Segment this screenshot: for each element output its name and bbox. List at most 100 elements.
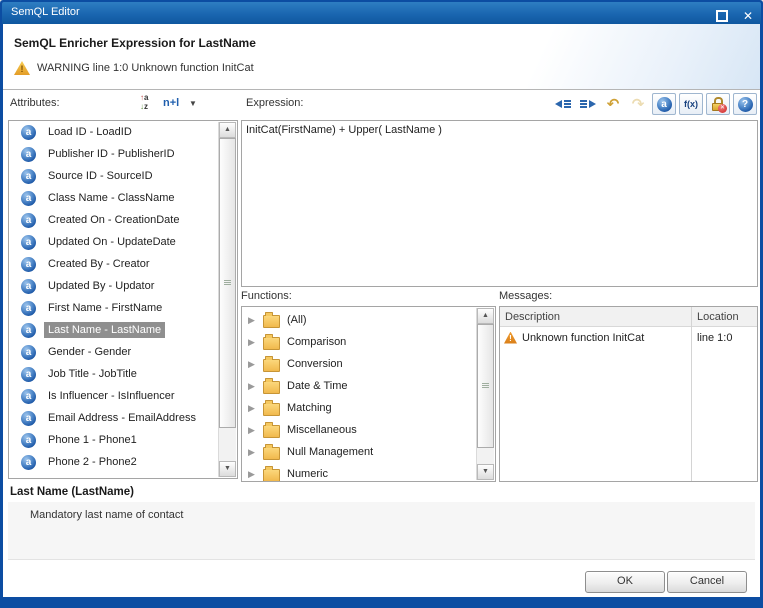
folder-icon <box>263 469 280 482</box>
attribute-item[interactable]: a Created By - Creator <box>9 253 237 275</box>
insert-attribute-button[interactable]: a <box>652 93 676 115</box>
attribute-item[interactable]: a Updated On - UpdateDate <box>9 231 237 253</box>
function-category-item[interactable]: ▶Date & Time <box>242 375 495 397</box>
expression-toolbar: ↶ ↷ a f(x) ✕ ? <box>552 92 757 116</box>
expand-caret-icon[interactable]: ▶ <box>248 469 256 480</box>
outdent-icon <box>554 98 572 110</box>
ok-button[interactable]: OK <box>585 571 665 593</box>
expand-caret-icon[interactable]: ▶ <box>248 403 256 414</box>
help-button[interactable]: ? <box>733 93 757 115</box>
warning-icon: ! <box>14 61 30 75</box>
attribute-icon: a <box>21 257 36 272</box>
attribute-item-label: Created On - CreationDate <box>44 212 183 228</box>
scroll-down-icon[interactable]: ▼ <box>219 461 236 477</box>
function-category-label: Miscellaneous <box>287 424 357 436</box>
folder-icon <box>263 381 280 394</box>
folder-icon <box>263 447 280 460</box>
attribute-item[interactable]: aLast Name - LastName <box>9 319 237 341</box>
function-category-item[interactable]: ▶Conversion <box>242 353 495 375</box>
messages-table: Description Location !Unknown function I… <box>499 306 758 482</box>
attribute-item[interactable]: a Is Influencer - IsInfluencer <box>9 385 237 407</box>
attribute-item-label: Created By - Creator <box>44 256 153 272</box>
attribute-item[interactable]: a Phone 2 - Phone2 <box>9 451 237 473</box>
expand-caret-icon[interactable]: ▶ <box>248 381 256 392</box>
attribute-icon: a <box>21 345 36 360</box>
function-category-label: Numeric <box>287 468 328 480</box>
folder-icon <box>263 359 280 372</box>
attribute-item-label: Is Influencer - IsInfluencer <box>44 388 179 404</box>
attribute-icon: a <box>21 455 36 470</box>
scroll-up-icon[interactable]: ▲ <box>477 308 494 324</box>
function-category-item[interactable]: ▶ Numeric <box>242 463 495 482</box>
expression-label: Expression: <box>246 97 303 109</box>
message-row[interactable]: !Unknown function InitCatline 1:0 <box>500 327 757 348</box>
attribute-item-label: Source ID - SourceID <box>44 168 157 184</box>
indent-icon <box>579 98 597 110</box>
expand-caret-icon[interactable]: ▶ <box>248 337 256 348</box>
expression-text[interactable]: InitCat(FirstName) + Upper( LastName ) <box>242 121 757 139</box>
function-category-item[interactable]: ▶Matching <box>242 397 495 419</box>
column-header-description[interactable]: Description <box>500 311 692 323</box>
outdent-button[interactable] <box>552 94 574 114</box>
attribute-item[interactable]: aClass Name - ClassName <box>9 187 237 209</box>
attribute-icon: a <box>21 235 36 250</box>
column-header-location[interactable]: Location <box>692 311 757 323</box>
attribute-item[interactable]: a Source ID - SourceID <box>9 165 237 187</box>
function-category-item[interactable]: ▶Comparison <box>242 331 495 353</box>
undo-button[interactable]: ↶ <box>602 94 624 114</box>
attributes-menu-dropdown-icon[interactable]: ▼ <box>189 99 197 108</box>
dialog-header: SemQL Enricher Expression for LastName !… <box>3 24 760 90</box>
attribute-item-label: Updated On - UpdateDate <box>44 234 180 250</box>
maximize-button[interactable] <box>711 6 733 26</box>
function-icon: f(x) <box>684 99 698 109</box>
attribute-item[interactable]: aUpdated By - Updator <box>9 275 237 297</box>
attribute-item[interactable]: aPhone 1 - Phone1 <box>9 429 237 451</box>
name-label-toggle[interactable]: n+l <box>163 97 179 109</box>
functions-label: Functions: <box>241 290 292 302</box>
validate-lock-icon: ✕ <box>712 97 724 111</box>
attributes-scrollbar[interactable]: ▲ ▼ <box>218 122 236 477</box>
expression-editor[interactable]: InitCat(FirstName) + Upper( LastName ) <box>241 120 758 287</box>
attribute-item[interactable]: aFirst Name - FirstName <box>9 297 237 319</box>
scrollbar-thumb[interactable] <box>477 324 494 448</box>
scroll-down-icon[interactable]: ▼ <box>477 464 494 480</box>
attribute-item-label: Publisher ID - PublisherID <box>44 146 179 162</box>
attribute-icon: a <box>21 411 36 426</box>
indent-button[interactable] <box>577 94 599 114</box>
cancel-button[interactable]: Cancel <box>667 571 747 593</box>
attribute-item[interactable]: aCreated On - CreationDate <box>9 209 237 231</box>
attribute-item-label: First Name - FirstName <box>44 300 166 316</box>
attribute-icon: a <box>21 169 36 184</box>
function-category-item[interactable]: ▶(All) <box>242 309 495 331</box>
function-category-item[interactable]: ▶Null Management <box>242 441 495 463</box>
attribute-item[interactable]: aPublisher ID - PublisherID <box>9 143 237 165</box>
sort-alphabetical-icon[interactable]: ↑a ↓z <box>140 93 156 111</box>
expand-caret-icon[interactable]: ▶ <box>248 315 256 326</box>
attribute-item-label: Gender - Gender <box>44 344 135 360</box>
message-description: Unknown function InitCat <box>522 332 644 344</box>
error-badge-icon: ✕ <box>718 104 727 113</box>
attribute-item[interactable]: aLoad ID - LoadID <box>9 121 237 143</box>
attribute-item-label: Phone 2 - Phone2 <box>44 454 141 470</box>
expand-caret-icon[interactable]: ▶ <box>248 425 256 436</box>
close-button[interactable]: ✕ <box>743 10 753 22</box>
attribute-item[interactable]: aEmail Address - EmailAddress <box>9 407 237 429</box>
attribute-icon: a <box>21 389 36 404</box>
scroll-up-icon[interactable]: ▲ <box>219 122 236 138</box>
titlebar[interactable]: SemQL Editor ✕ <box>2 2 761 24</box>
functions-scrollbar[interactable]: ▲ ▼ <box>476 308 494 480</box>
function-category-item[interactable]: ▶ Miscellaneous <box>242 419 495 441</box>
attribute-item-label: Phone 1 - Phone1 <box>44 432 141 448</box>
insert-function-button[interactable]: f(x) <box>679 93 703 115</box>
attribute-item[interactable]: aJob Title - JobTitle <box>9 363 237 385</box>
attribute-detail-title: Last Name (LastName) <box>10 486 134 498</box>
message-location: line 1:0 <box>692 332 757 344</box>
dialog-body: SemQL Enricher Expression for LastName !… <box>3 24 760 597</box>
validate-expression-button[interactable]: ✕ <box>706 93 730 115</box>
expand-caret-icon[interactable]: ▶ <box>248 447 256 458</box>
attribute-item[interactable]: a Gender - Gender <box>9 341 237 363</box>
expand-caret-icon[interactable]: ▶ <box>248 359 256 370</box>
attribute-icon: a <box>21 191 36 206</box>
scrollbar-thumb[interactable] <box>219 138 236 428</box>
redo-button[interactable]: ↷ <box>627 94 649 114</box>
